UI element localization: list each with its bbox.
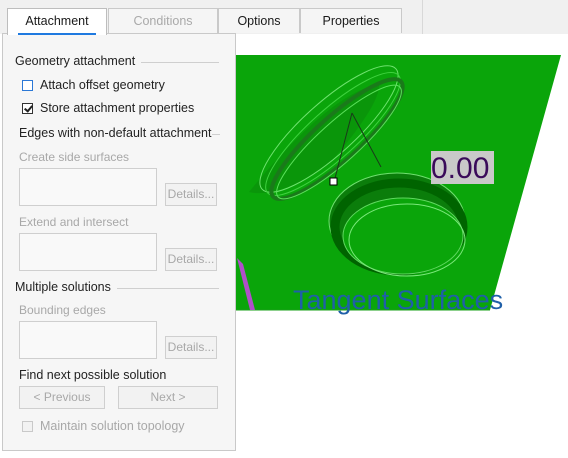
create-side-surfaces-list[interactable] [19, 168, 157, 206]
create-side-details-button[interactable]: Details... [165, 183, 217, 206]
section-divider [117, 288, 219, 289]
graphics-area[interactable]: 0.00 Tangent Surfaces [209, 34, 568, 458]
maintain-topology-checkbox[interactable] [22, 421, 33, 432]
create-side-surfaces-label: Create side surfaces [19, 150, 130, 164]
tab-options[interactable]: Options [218, 8, 300, 33]
tab-attachment[interactable]: Attachment [7, 8, 107, 35]
extend-intersect-list[interactable] [19, 233, 157, 271]
store-attachment-properties-label[interactable]: Store attachment properties [40, 101, 194, 115]
previous-button[interactable]: < Previous [19, 386, 105, 409]
multiple-solutions-header: Multiple solutions [15, 280, 111, 294]
extend-intersect-details-button[interactable]: Details... [165, 248, 217, 271]
bounding-edges-label: Bounding edges [19, 303, 106, 317]
attachment-panel: Geometry attachment Attach offset geomet… [2, 33, 236, 451]
extend-intersect-label: Extend and intersect [19, 215, 129, 229]
find-next-solution-label: Find next possible solution [19, 368, 167, 382]
tab-properties[interactable]: Properties [300, 8, 402, 33]
drag-handle[interactable] [329, 177, 338, 186]
bounding-edges-details-button[interactable]: Details... [165, 336, 217, 359]
tab-strip-filler [402, 0, 568, 34]
geometry-attachment-header: Geometry attachment [15, 54, 136, 68]
dimension-value[interactable]: 0.00 [431, 152, 489, 185]
section-divider [212, 134, 220, 135]
maintain-topology-label[interactable]: Maintain solution topology [40, 419, 185, 433]
attach-offset-label[interactable]: Attach offset geometry [40, 78, 165, 92]
tab-strip-divider [422, 0, 423, 34]
tab-strip: Attachment Conditions Options Properties [0, 0, 568, 35]
bounding-edges-list[interactable] [19, 321, 157, 359]
section-divider [141, 62, 219, 63]
tangent-surfaces-annotation[interactable]: Tangent Surfaces [293, 285, 503, 315]
edges-header: Edges with non-default attachment [19, 126, 212, 140]
next-button[interactable]: Next > [118, 386, 218, 409]
tab-conditions[interactable]: Conditions [108, 8, 218, 33]
attach-offset-checkbox[interactable] [22, 80, 33, 91]
store-attachment-properties-checkbox[interactable] [22, 103, 33, 114]
model-view[interactable]: 0.00 Tangent Surfaces [209, 34, 568, 458]
